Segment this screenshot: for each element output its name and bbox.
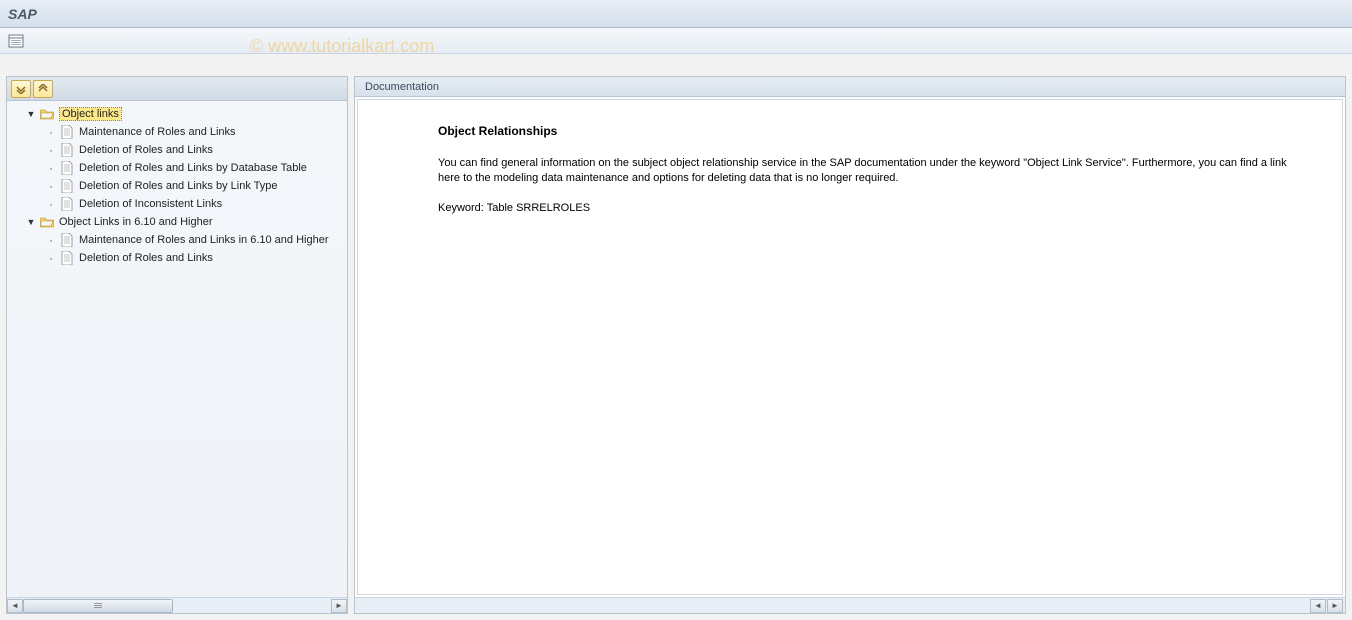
tree-container: ▼ Object links · Maintenance of Roles an… bbox=[7, 101, 347, 597]
nav-prev-button[interactable]: ◄ bbox=[1310, 599, 1326, 613]
scroll-track[interactable] bbox=[23, 599, 331, 613]
tree-item[interactable]: · Deletion of Roles and Links by Databas… bbox=[9, 159, 345, 177]
tree-bullet-icon: · bbox=[45, 143, 57, 157]
collapse-all-button[interactable] bbox=[33, 80, 53, 98]
window-title: SAP bbox=[8, 6, 37, 22]
tree-folder-object-links-610[interactable]: ▼ Object Links in 6.10 and Higher bbox=[9, 213, 345, 231]
documentation-content: Object Relationships You can find genera… bbox=[357, 99, 1343, 595]
document-icon bbox=[59, 197, 75, 211]
tree-item[interactable]: · Maintenance of Roles and Links bbox=[9, 123, 345, 141]
main-container: ▼ Object links · Maintenance of Roles an… bbox=[0, 72, 1352, 620]
tree-item[interactable]: · Deletion of Roles and Links by Link Ty… bbox=[9, 177, 345, 195]
tree-bullet-icon: · bbox=[45, 125, 57, 139]
documentation-paragraph: You can find general information on the … bbox=[438, 156, 1288, 187]
tree-toggle-icon[interactable]: ▼ bbox=[25, 216, 37, 228]
tree-label: Deletion of Roles and Links by Link Type bbox=[79, 180, 278, 192]
title-bar: SAP bbox=[0, 0, 1352, 28]
expand-all-button[interactable] bbox=[11, 80, 31, 98]
tree-label: Deletion of Roles and Links bbox=[79, 144, 213, 156]
documentation-panel-title: Documentation bbox=[365, 81, 439, 93]
tree-item[interactable]: · Deletion of Inconsistent Links bbox=[9, 195, 345, 213]
tree-scrollbar-horizontal: ◄ ► bbox=[7, 597, 347, 613]
tree-bullet-icon: · bbox=[45, 251, 57, 265]
tree-label: Deletion of Roles and Links by Database … bbox=[79, 162, 307, 174]
document-icon bbox=[59, 161, 75, 175]
folder-open-icon bbox=[39, 215, 55, 229]
tree-label: Deletion of Roles and Links bbox=[79, 252, 213, 264]
scroll-left-button[interactable]: ◄ bbox=[7, 599, 23, 613]
menu-bar bbox=[0, 28, 1352, 54]
document-icon bbox=[59, 179, 75, 193]
document-icon bbox=[59, 233, 75, 247]
scroll-thumb[interactable] bbox=[23, 599, 173, 613]
menu-icon[interactable] bbox=[8, 34, 24, 48]
tree-item[interactable]: · Deletion of Roles and Links bbox=[9, 249, 345, 267]
scroll-right-button[interactable]: ► bbox=[331, 599, 347, 613]
folder-open-icon bbox=[39, 107, 55, 121]
tree-bullet-icon: · bbox=[45, 179, 57, 193]
tree-toggle-icon[interactable]: ▼ bbox=[25, 108, 37, 120]
tree-item[interactable]: · Maintenance of Roles and Links in 6.10… bbox=[9, 231, 345, 249]
document-icon bbox=[59, 251, 75, 265]
tree-folder-object-links[interactable]: ▼ Object links bbox=[9, 105, 345, 123]
documentation-nav-bar: ◄ ► bbox=[355, 597, 1345, 613]
tree-bullet-icon: · bbox=[45, 161, 57, 175]
tree-label: Object Links in 6.10 and Higher bbox=[59, 216, 212, 228]
tree-item[interactable]: · Deletion of Roles and Links bbox=[9, 141, 345, 159]
documentation-panel: Documentation Object Relationships You c… bbox=[354, 76, 1346, 614]
tree-label: Deletion of Inconsistent Links bbox=[79, 198, 222, 210]
tree-label: Maintenance of Roles and Links bbox=[79, 126, 236, 138]
toolbar-spacer bbox=[0, 54, 1352, 72]
document-icon bbox=[59, 125, 75, 139]
nav-next-button[interactable]: ► bbox=[1327, 599, 1343, 613]
document-icon bbox=[59, 143, 75, 157]
documentation-keyword: Keyword: Table SRRELROLES bbox=[438, 201, 1288, 216]
tree-toolbar bbox=[7, 77, 347, 101]
documentation-title: Object Relationships bbox=[438, 124, 1322, 138]
tree-label: Maintenance of Roles and Links in 6.10 a… bbox=[79, 234, 329, 246]
tree-bullet-icon: · bbox=[45, 197, 57, 211]
tree-bullet-icon: · bbox=[45, 233, 57, 247]
tree-label: Object links bbox=[59, 107, 122, 121]
documentation-header: Documentation bbox=[355, 77, 1345, 97]
tree-panel: ▼ Object links · Maintenance of Roles an… bbox=[6, 76, 348, 614]
